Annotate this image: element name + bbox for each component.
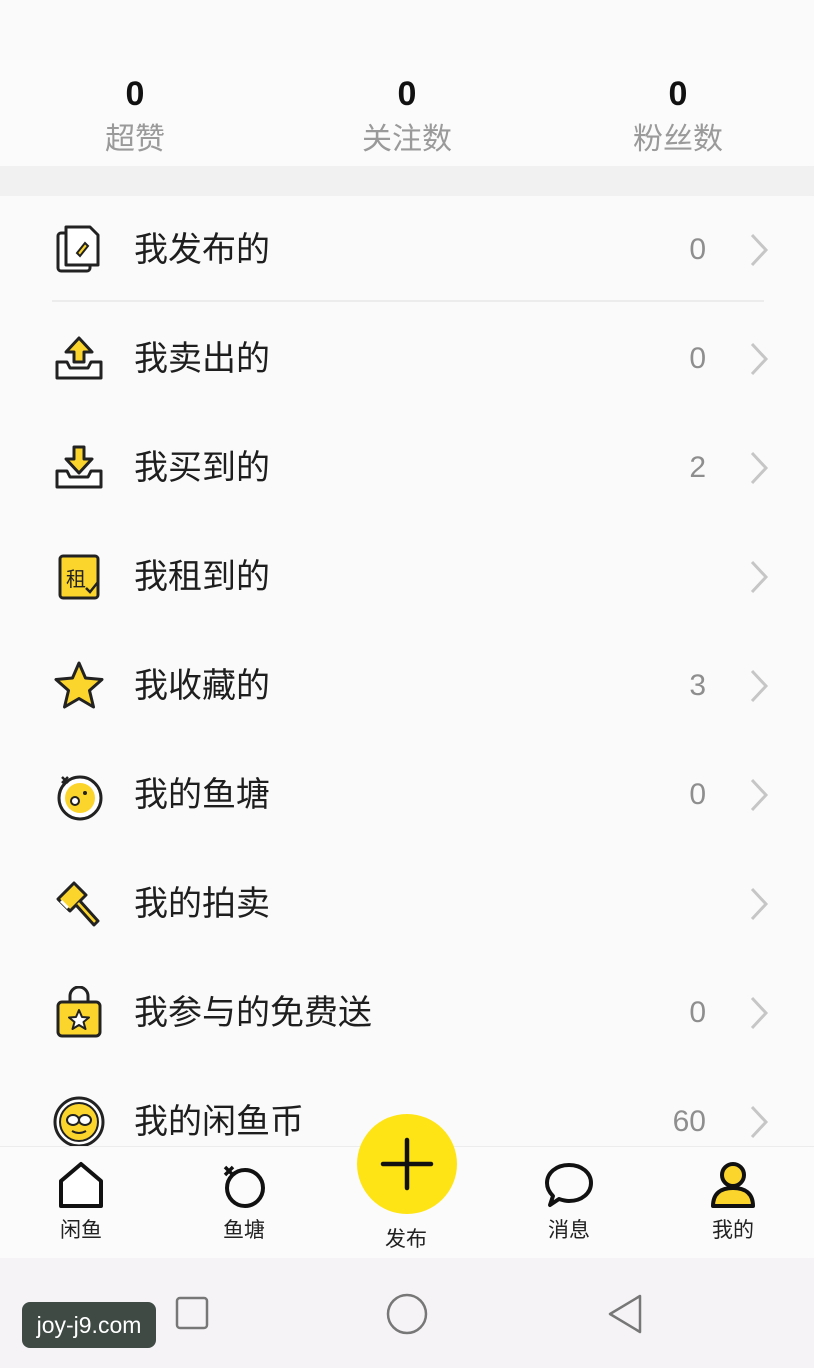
- back-icon[interactable]: [604, 1292, 646, 1336]
- menu-item-bought[interactable]: 我买到的 2: [0, 414, 814, 523]
- menu-item-label: 我买到的: [134, 448, 270, 488]
- published-icon: [56, 225, 100, 273]
- menu-item-fishpond[interactable]: 我的鱼塘 0: [0, 741, 814, 850]
- stat-followers-label: 粉丝数: [633, 122, 723, 157]
- recent-apps-icon[interactable]: [174, 1295, 210, 1331]
- menu-item-count: 60: [672, 1105, 706, 1138]
- chevron-right-icon: [750, 996, 769, 1030]
- tab-pond[interactable]: 鱼塘: [184, 1147, 304, 1259]
- chevron-right-icon: [750, 233, 769, 267]
- tab-messages-label: 消息: [548, 1218, 590, 1242]
- tab-mine[interactable]: 我的: [673, 1147, 793, 1259]
- stat-followers-value: 0: [668, 75, 688, 113]
- menu-item-count: 2: [689, 451, 706, 484]
- chevron-right-icon: [750, 342, 769, 376]
- tab-pond-label: 鱼塘: [223, 1218, 265, 1242]
- menu-item-auction[interactable]: 我的拍卖: [0, 850, 814, 959]
- menu-item-label: 我卖出的: [134, 339, 270, 379]
- menu-item-count: 0: [689, 233, 706, 266]
- chevron-right-icon: [750, 451, 769, 485]
- menu-item-label: 我收藏的: [134, 666, 270, 706]
- fishpond-icon: [57, 775, 103, 821]
- menu-item-label: 我参与的免费送: [134, 993, 372, 1033]
- profile-stats: 0 超赞 0 关注数 0 粉丝数: [0, 60, 814, 166]
- message-bubble-icon: [545, 1163, 593, 1207]
- menu-item-label: 我的拍卖: [134, 884, 270, 924]
- sold-icon: [55, 336, 103, 380]
- stat-following[interactable]: 0 关注数: [297, 74, 517, 158]
- stat-likes-value: 0: [125, 75, 145, 113]
- rented-icon-glyph: 租: [66, 567, 86, 591]
- menu-item-label: 我发布的: [134, 230, 270, 270]
- profile-menu-list: 我发布的 0 我卖出的 0 我买到的 2 租 我租到的 我收藏的 3 我的鱼塘 …: [0, 196, 814, 1146]
- home-icon: [59, 1162, 103, 1208]
- menu-item-count: 0: [689, 342, 706, 375]
- stat-followers[interactable]: 0 粉丝数: [568, 74, 788, 158]
- xianyu-coin-icon: [53, 1096, 105, 1146]
- bought-icon: [55, 445, 103, 489]
- chevron-right-icon: [750, 887, 769, 921]
- section-divider-band: [0, 166, 814, 196]
- free-gift-bag-icon: [56, 986, 102, 1038]
- row-divider: [52, 300, 764, 302]
- chevron-right-icon: [750, 669, 769, 703]
- watermark-badge: joy-j9.com: [22, 1302, 156, 1348]
- user-profile-icon: [711, 1162, 755, 1208]
- auction-hammer-icon: [56, 881, 100, 927]
- star-icon: [54, 661, 104, 709]
- tab-mine-label: 我的: [712, 1218, 754, 1242]
- tab-publish-label: 发布: [385, 1227, 427, 1251]
- menu-item-free-gift[interactable]: 我参与的免费送 0: [0, 959, 814, 1068]
- menu-item-published[interactable]: 我发布的 0: [0, 196, 814, 305]
- menu-item-label: 我的闲鱼币: [134, 1102, 304, 1142]
- tab-messages[interactable]: 消息: [509, 1147, 629, 1259]
- menu-item-rented[interactable]: 租 我租到的: [0, 523, 814, 632]
- plus-icon: [380, 1137, 434, 1191]
- tab-home[interactable]: 闲鱼: [21, 1147, 141, 1259]
- truncated-header-text: [44, 0, 52, 10]
- menu-item-label: 我的鱼塘: [134, 775, 270, 815]
- menu-item-favorites[interactable]: 我收藏的 3: [0, 632, 814, 741]
- pond-icon: [223, 1165, 265, 1208]
- menu-item-count: 3: [689, 669, 706, 702]
- stat-likes[interactable]: 0 超赞: [25, 74, 245, 158]
- chevron-right-icon: [750, 560, 769, 594]
- rented-icon: 租: [58, 554, 100, 600]
- menu-item-count: 0: [689, 778, 706, 811]
- chevron-right-icon: [750, 778, 769, 812]
- chevron-right-icon: [750, 1105, 769, 1139]
- tab-home-label: 闲鱼: [60, 1218, 102, 1242]
- publish-button[interactable]: [357, 1114, 457, 1214]
- stat-following-value: 0: [397, 75, 417, 113]
- menu-item-sold[interactable]: 我卖出的 0: [0, 305, 814, 414]
- stat-following-label: 关注数: [362, 122, 452, 157]
- stat-likes-label: 超赞: [105, 122, 165, 157]
- home-button-icon[interactable]: [384, 1291, 430, 1337]
- menu-item-count: 0: [689, 996, 706, 1029]
- menu-item-label: 我租到的: [134, 557, 270, 597]
